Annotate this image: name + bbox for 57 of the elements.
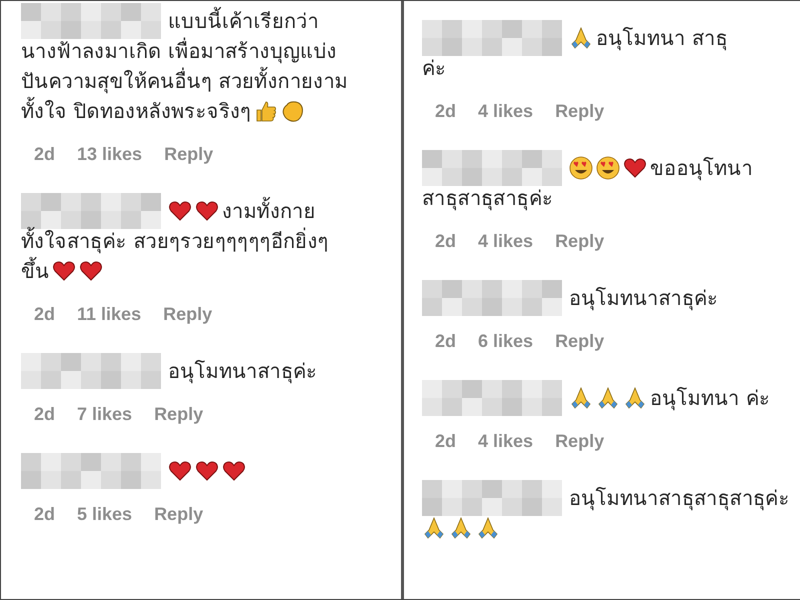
comment-time: 2d — [435, 330, 456, 352]
heart-icon — [52, 259, 76, 283]
heart-icon — [195, 199, 219, 223]
comment-text: งามทั้งกาย — [222, 195, 316, 227]
reply-link[interactable]: Reply — [164, 144, 214, 164]
likes-link[interactable]: 11 likes — [77, 304, 142, 324]
comment-time: 2d — [34, 304, 56, 324]
likes-link[interactable]: 4 likes — [478, 430, 534, 452]
comment-time: 2d — [435, 430, 456, 452]
comment-text: อนุโมทนาสาธุค่ะ — [569, 285, 718, 312]
reply-link[interactable]: Reply — [555, 430, 604, 452]
comment-time: 2d — [34, 144, 56, 164]
comment-text: อนุโมทนาสาธุสาธุสาธุค่ะ — [569, 485, 790, 512]
heart-icon — [168, 459, 192, 483]
reply-link[interactable]: Reply — [555, 100, 604, 122]
comment-text: อนุโมทนาสาธุค่ะ — [168, 358, 318, 386]
heart-icon — [195, 459, 219, 483]
praying-hands-icon — [596, 386, 620, 410]
comment-text: ค่ะ — [422, 55, 446, 82]
comment-time: 2d — [34, 504, 56, 524]
likes-link[interactable]: 13 likes — [77, 144, 142, 164]
reply-link[interactable]: Reply — [154, 404, 204, 424]
comment-text: ขออนุโทนา — [650, 155, 753, 182]
reply-link[interactable]: Reply — [555, 330, 604, 352]
heart-eyes-face-icon — [569, 156, 593, 180]
praying-hands-icon — [623, 386, 647, 410]
comment-text: แบบนี้เค้าเรียกว่า — [168, 5, 319, 37]
thumbs-up-icon — [254, 99, 278, 123]
heart-icon — [222, 459, 246, 483]
comment-text: ทั้งใจ ปิดทองหลังพระจริงๆ — [21, 95, 252, 127]
praying-hands-icon — [476, 516, 500, 540]
reply-link[interactable]: Reply — [154, 504, 204, 524]
comment-text: ปันความสุขให้คนอื่นๆ สวยทั้งกายงาม — [21, 65, 348, 97]
comment-time: 2d — [435, 100, 456, 122]
comment-text: ขึ้น — [21, 255, 50, 287]
heart-icon — [168, 199, 192, 223]
likes-link[interactable]: 6 likes — [478, 330, 534, 352]
heart-icon — [79, 259, 104, 283]
likes-link[interactable]: 7 likes — [77, 404, 132, 424]
heart-eyes-face-icon — [596, 156, 620, 180]
reply-link[interactable]: Reply — [555, 230, 604, 252]
comment-time: 2d — [34, 404, 56, 424]
praying-hands-icon — [569, 26, 593, 50]
praying-hands-icon — [569, 386, 593, 410]
likes-link[interactable]: 4 likes — [478, 230, 534, 252]
praying-hands-icon — [422, 516, 446, 540]
comment-text: นางฟ้าลงมาเกิด เพื่อมาสร้างบุญแบ่ง — [21, 36, 337, 66]
comment-text: อนุโมทนา สาธุ — [596, 25, 728, 52]
likes-link[interactable]: 5 likes — [77, 504, 132, 524]
likes-link[interactable]: 4 likes — [478, 100, 534, 122]
reply-link[interactable]: Reply — [163, 304, 212, 324]
praying-hands-icon — [449, 516, 473, 540]
heart-icon — [623, 156, 647, 180]
comment-text: ทั้งใจสาธุค่ะ สวยๆรวยๆๆๆๆๆอีกยิ่งๆ — [21, 225, 329, 257]
comment-text: อนุโมทนา ค่ะ — [650, 385, 770, 412]
comment-text: สาธุสาธุสาธุค่ะ — [422, 185, 554, 212]
comment-time: 2d — [435, 230, 456, 252]
